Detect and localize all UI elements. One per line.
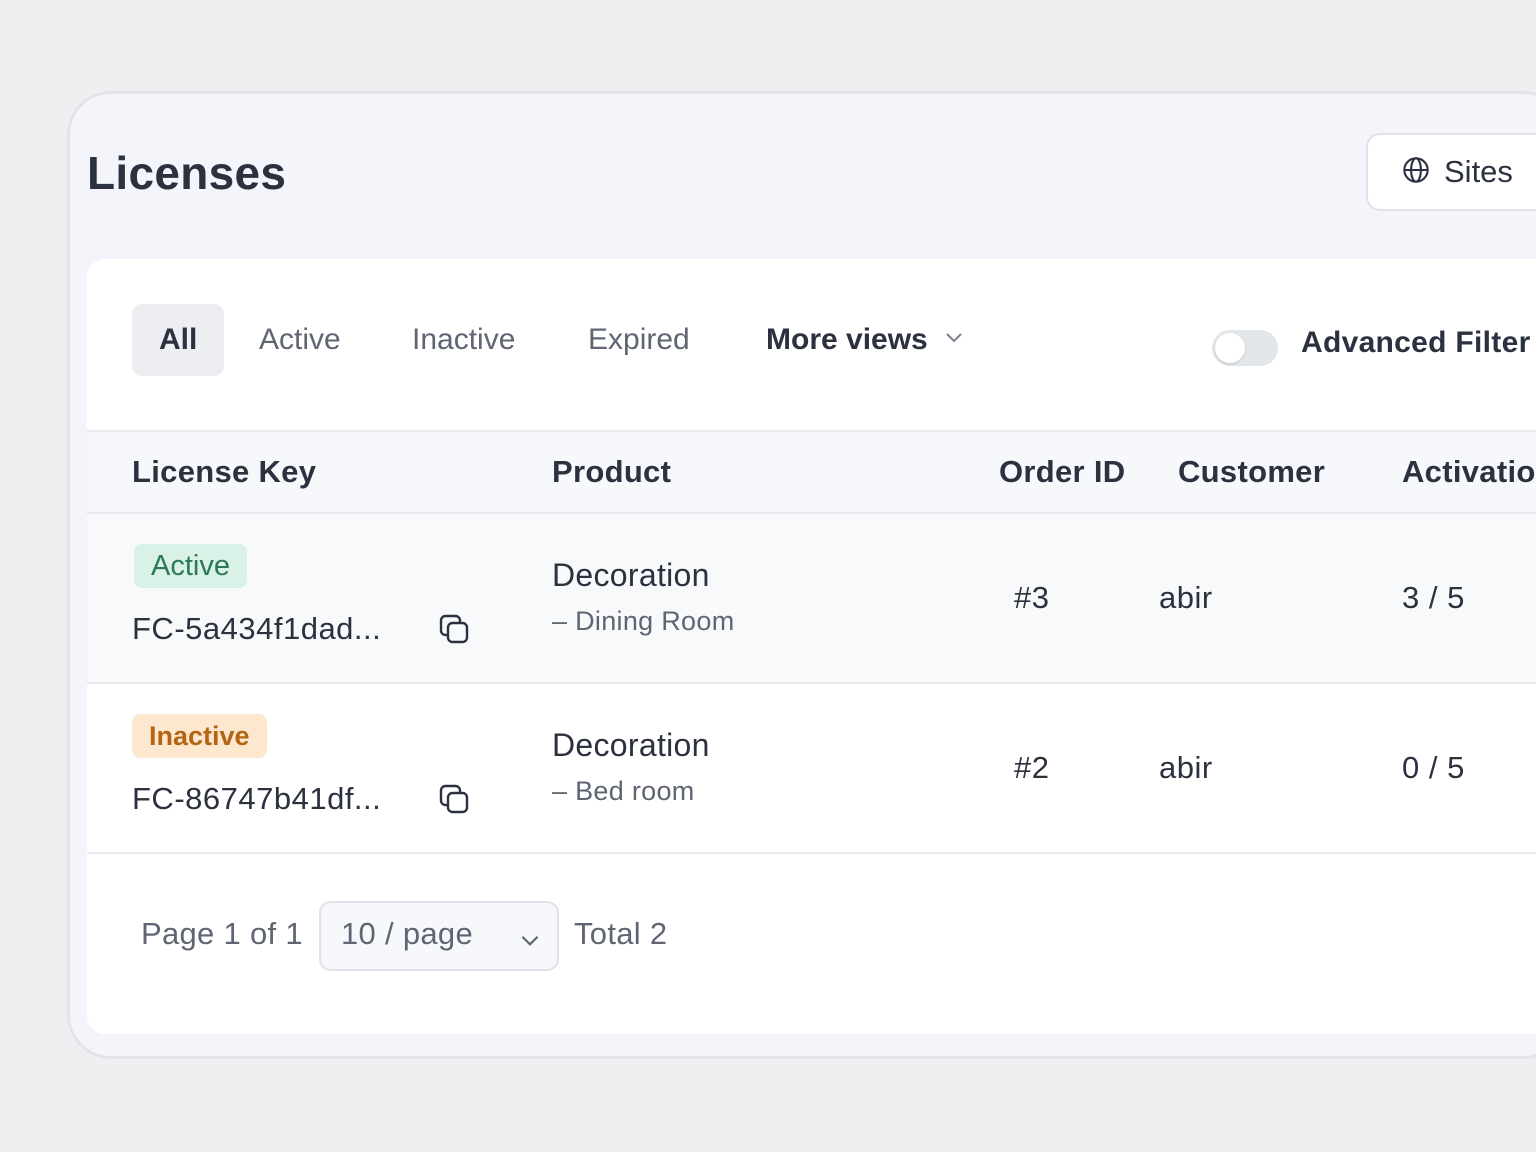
tab-all[interactable]: All [132,304,225,376]
more-views-dropdown[interactable]: More views [766,304,966,376]
sites-button[interactable]: Sites [1366,133,1536,211]
table-row[interactable]: Inactive FC-86747b41df... Decoration – B… [87,684,1536,854]
page-title: Licenses [87,147,287,199]
advanced-filter-label: Advanced Filter [1301,326,1531,359]
licenses-card: All Active Inactive Expired More views A… [87,259,1536,1034]
tab-expired[interactable]: Expired [588,304,690,376]
sites-button-label: Sites [1444,154,1513,189]
more-views-label: More views [766,323,928,356]
product-name: Decoration [552,557,710,593]
table-row[interactable]: Active FC-5a434f1dad... Decoration – Din… [87,514,1536,684]
advanced-filter-toggle[interactable] [1212,330,1278,366]
chevron-down-icon [517,927,543,958]
tab-active[interactable]: Active [259,304,341,376]
customer-name[interactable]: abir [1159,580,1213,616]
app-window: Licenses Sites All Active Inactive Expir… [67,91,1536,1059]
product-variation: – Dining Room [552,606,735,636]
activations-count: 3 / 5 [1402,580,1465,615]
product-variation: – Bed room [552,776,695,806]
activations-count: 0 / 5 [1402,750,1465,785]
copy-icon[interactable] [436,781,472,817]
page-indicator: Page 1 of 1 [141,916,303,951]
per-page-value: 10 / page [341,916,473,951]
column-activations[interactable]: Activatio [1402,432,1536,512]
toggle-knob [1215,333,1245,363]
copy-icon[interactable] [436,611,472,647]
license-key: FC-86747b41df... [132,781,382,816]
column-license-key[interactable]: License Key [132,432,316,512]
per-page-select[interactable]: 10 / page [319,901,559,971]
column-product[interactable]: Product [552,432,671,512]
tab-inactive[interactable]: Inactive [412,304,515,376]
customer-name[interactable]: abir [1159,750,1213,786]
globe-icon [1402,156,1430,189]
product-name: Decoration [552,727,710,763]
chevron-down-icon [942,304,966,376]
order-id[interactable]: #2 [1014,750,1049,786]
status-badge: Inactive [132,714,267,758]
column-order-id[interactable]: Order ID [999,432,1125,512]
total-count: Total 2 [574,916,668,951]
order-id[interactable]: #3 [1014,580,1049,616]
column-customer[interactable]: Customer [1178,432,1325,512]
license-key: FC-5a434f1dad... [132,611,382,646]
table-header: License Key Product Order ID Customer Ac… [87,430,1536,514]
status-badge: Active [134,544,247,588]
